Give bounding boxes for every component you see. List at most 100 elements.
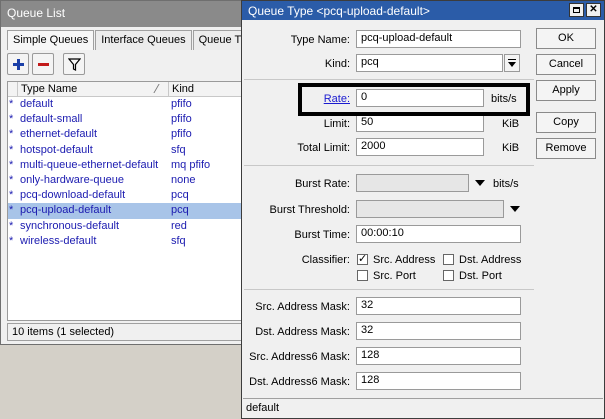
row-marker: * xyxy=(9,234,14,247)
src-address6-mask-input[interactable]: 128 xyxy=(356,347,521,365)
dst-address6-mask-input[interactable]: 128 xyxy=(356,372,521,390)
row-kind: pfifo xyxy=(171,98,192,110)
queue-type-dialog: Queue Type <pcq-upload-default> ✕ Type N… xyxy=(241,0,605,419)
copy-button[interactable]: Copy xyxy=(536,112,596,133)
burst-rate-row: Burst Rate: bits/s xyxy=(243,174,533,196)
table-row[interactable]: * multi-queue-ethernet-default mq pfifo xyxy=(8,158,242,173)
row-kind: pfifo xyxy=(171,113,192,126)
burst-rate-input[interactable] xyxy=(356,174,469,192)
rate-highlight-box xyxy=(298,83,530,116)
dialog-titlebar: Queue Type <pcq-upload-default> ✕ xyxy=(242,1,604,20)
dst-address-mask-label: Dst. Address Mask: xyxy=(255,326,350,338)
burst-time-label: Burst Time: xyxy=(294,229,350,241)
row-type-name: pcq-download-default xyxy=(20,189,126,202)
close-icon[interactable]: ✕ xyxy=(586,3,601,17)
limit-row: Limit: 50 KiB xyxy=(243,114,533,136)
burst-rate-dropdown-icon[interactable] xyxy=(475,180,485,186)
queue-list-toolbar xyxy=(7,53,88,77)
table-row[interactable]: * hotspot-default sfq xyxy=(8,143,242,158)
divider xyxy=(244,289,534,290)
dialog-title: Queue Type <pcq-upload-default> xyxy=(248,4,430,18)
limit-label: Limit: xyxy=(323,118,350,130)
sort-icon xyxy=(153,84,167,93)
burst-threshold-row: Burst Threshold: xyxy=(243,200,533,222)
row-marker: * xyxy=(9,219,14,232)
row-kind: sfq xyxy=(171,143,186,156)
src-port-checkbox[interactable] xyxy=(357,270,368,281)
row-marker: * xyxy=(9,113,14,126)
table-row[interactable]: * synchronous-default red xyxy=(8,219,242,234)
dst-address-mask-input[interactable]: 32 xyxy=(356,322,521,340)
total-limit-label: Total Limit: xyxy=(297,142,350,154)
burst-time-input[interactable]: 00:00:10 xyxy=(356,225,521,243)
row-marker: * xyxy=(9,98,14,110)
kind-dropdown-icon[interactable] xyxy=(504,54,520,72)
remove-button[interactable]: Remove xyxy=(536,138,596,159)
divider xyxy=(244,165,534,166)
table-row[interactable]: * ethernet-default pfifo xyxy=(8,127,242,142)
src-address-label: Src. Address xyxy=(373,254,436,266)
burst-rate-unit: bits/s xyxy=(493,178,519,190)
cancel-button[interactable]: Cancel xyxy=(536,54,596,75)
dialog-status: default xyxy=(243,398,603,418)
remove-icon[interactable] xyxy=(32,53,54,75)
dst-address-checkbox[interactable] xyxy=(443,254,454,265)
apply-button[interactable]: Apply xyxy=(536,80,596,101)
src-address6-mask-label: Src. Address6 Mask: xyxy=(249,351,350,363)
queue-list-title: Queue List xyxy=(1,1,244,27)
row-marker: * xyxy=(9,204,14,217)
type-name-column-header[interactable]: Type Name xyxy=(18,82,169,96)
limit-input[interactable]: 50 xyxy=(356,114,484,132)
burst-time-row: Burst Time: 00:00:10 xyxy=(243,225,533,247)
kind-label: Kind: xyxy=(324,58,350,70)
table-body: * default pfifo * default-small pfifo * etherne… xyxy=(8,97,242,249)
classifier-row: Classifier: Src. Address Dst. Address Sr… xyxy=(243,250,533,286)
table-row[interactable]: * wireless-default sfq xyxy=(8,234,242,249)
burst-threshold-input[interactable] xyxy=(356,200,504,218)
tab-simple-queues[interactable]: Simple Queues xyxy=(7,30,95,50)
src-address-mask-label: Src. Address Mask: xyxy=(255,301,350,313)
queue-list-status: 10 items (1 selected) xyxy=(7,323,243,341)
filter-icon[interactable] xyxy=(63,53,85,75)
mark-column-header[interactable] xyxy=(8,82,18,96)
kind-select[interactable]: pcq xyxy=(356,54,503,72)
row-kind: none xyxy=(171,173,196,186)
row-kind: mq pfifo xyxy=(171,158,211,171)
dst-address6-mask-label: Dst. Address6 Mask: xyxy=(249,376,350,388)
burst-threshold-dropdown-icon[interactable] xyxy=(510,206,520,212)
queue-list-window: Queue List Simple Queues Interface Queue… xyxy=(0,0,257,345)
limit-unit: KiB xyxy=(502,118,520,130)
type-name-input[interactable]: pcq-upload-default xyxy=(356,30,521,48)
table-row[interactable]: * only-hardware-queue none xyxy=(8,173,242,188)
row-marker: * xyxy=(9,173,14,186)
table-row[interactable]: * default pfifo xyxy=(8,97,242,112)
row-kind: pfifo xyxy=(171,128,192,141)
src-port-label: Src. Port xyxy=(373,270,416,282)
row-type-name: synchronous-default xyxy=(20,219,120,232)
row-type-name: hotspot-default xyxy=(20,143,93,156)
row-type-name: default xyxy=(20,98,54,110)
table-header: Type Name Kind xyxy=(8,82,242,97)
restore-icon[interactable] xyxy=(569,3,584,17)
row-kind: pcq xyxy=(171,189,189,202)
total-limit-input[interactable]: 2000 xyxy=(356,138,484,156)
kind-column-header[interactable]: Kind xyxy=(169,82,242,96)
tab-interface-queues[interactable]: Interface Queues xyxy=(95,30,192,50)
table-row[interactable]: * pcq-download-default pcq xyxy=(8,188,242,203)
table-row[interactable]: * pcq-upload-default pcq xyxy=(8,203,242,219)
ok-button[interactable]: OK xyxy=(536,28,596,49)
type-name-header-label: Type Name xyxy=(21,83,78,95)
table-row[interactable]: * default-small pfifo xyxy=(8,112,242,127)
src-mask-row: Src. Address Mask: 32 xyxy=(243,297,533,319)
dst-port-checkbox[interactable] xyxy=(443,270,454,281)
row-marker: * xyxy=(9,189,14,202)
add-icon[interactable] xyxy=(7,53,29,75)
row-marker: * xyxy=(9,158,14,171)
src-address-checkbox[interactable] xyxy=(357,252,368,265)
row-kind: sfq xyxy=(171,234,186,247)
classifier-label: Classifier: xyxy=(301,254,350,266)
src-mask6-row: Src. Address6 Mask: 128 xyxy=(243,347,533,369)
src-address-mask-input[interactable]: 32 xyxy=(356,297,521,315)
kind-row: Kind: pcq xyxy=(243,54,533,76)
burst-threshold-label: Burst Threshold: xyxy=(269,204,350,216)
